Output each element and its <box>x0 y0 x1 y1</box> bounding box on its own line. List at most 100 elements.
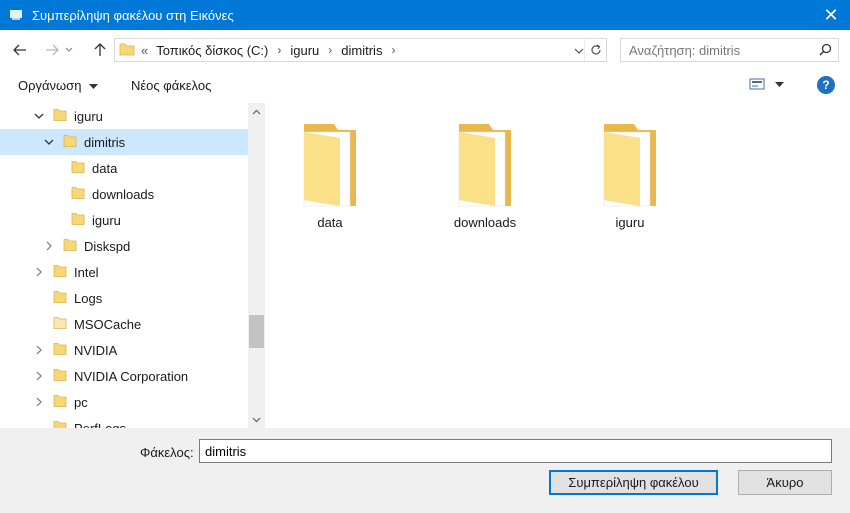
tree-item-label: downloads <box>92 187 155 202</box>
refresh-icon <box>590 44 601 55</box>
cancel-button[interactable]: Άκυρο <box>738 470 832 495</box>
navigation-pane-scrollbar[interactable] <box>248 103 265 428</box>
search-icon[interactable] <box>819 43 832 59</box>
folder-item[interactable]: iguru <box>570 118 690 230</box>
chevron-down-icon <box>65 47 73 52</box>
new-folder-button[interactable]: Νέος φάκελος <box>131 78 211 93</box>
dialog-footer: Φάκελος: Συμπερίληψη φακέλου Άκυρο <box>0 428 850 513</box>
chevron-right-icon[interactable] <box>33 396 45 408</box>
tree-item[interactable]: downloads <box>0 181 248 207</box>
navigation-pane[interactable]: iguru dimitris data downloads iguru Diskspd In… <box>0 103 248 428</box>
folder-icon <box>71 186 85 203</box>
tree-item-label: Intel <box>74 265 99 280</box>
folder-field-label: Φάκελος: <box>140 445 194 460</box>
scrollbar-thumb[interactable] <box>249 315 264 348</box>
view-options-button[interactable] <box>749 78 765 93</box>
breadcrumb-separator-icon[interactable]: › <box>328 43 332 57</box>
folder-icon <box>53 108 67 125</box>
folder-icon <box>71 212 85 229</box>
search-input[interactable]: Αναζήτηση: dimitris <box>629 43 740 58</box>
tree-item[interactable]: Intel <box>0 259 248 285</box>
chevron-right-icon[interactable] <box>33 344 45 356</box>
tree-item[interactable]: NVIDIA <box>0 337 248 363</box>
tree-item[interactable]: PerfLogs <box>0 415 248 428</box>
scroll-down-button[interactable] <box>248 411 265 428</box>
folder-item[interactable]: downloads <box>425 118 545 230</box>
arrow-right-icon <box>46 44 59 56</box>
tree-item-label: NVIDIA <box>74 343 118 358</box>
tree-item[interactable]: NVIDIA Corporation <box>0 363 248 389</box>
address-overflow[interactable]: « <box>141 43 148 58</box>
dialog-icon <box>9 9 23 21</box>
forward-button[interactable] <box>40 38 64 62</box>
tree-item-label: iguru <box>74 109 103 124</box>
folder-icon <box>119 42 135 59</box>
back-button[interactable] <box>8 38 32 62</box>
organize-button[interactable]: Οργάνωση <box>18 78 99 93</box>
tree-item[interactable]: iguru <box>0 207 248 233</box>
recent-locations-dropdown[interactable] <box>62 38 76 62</box>
large-folder-icon <box>294 124 366 211</box>
tree-item[interactable]: Diskspd <box>0 233 248 259</box>
title-bar: Συμπερίληψη φακέλου στη Εικόνες ✕ <box>0 0 850 30</box>
chevron-right-icon[interactable] <box>33 370 45 382</box>
folder-icon <box>53 368 67 385</box>
view-dropdown-button[interactable] <box>775 78 784 91</box>
tree-item-label: Logs <box>74 291 103 306</box>
up-button[interactable] <box>88 38 112 62</box>
folder-contents-view[interactable]: data downloads iguru <box>265 103 850 428</box>
folder-item-label: data <box>317 215 343 230</box>
refresh-button[interactable] <box>584 39 606 61</box>
address-dropdown-button[interactable] <box>574 43 584 58</box>
breadcrumb-iguru[interactable]: iguru <box>290 43 319 58</box>
address-bar[interactable]: « Τοπικός δίσκος (C:) › iguru › dimitris… <box>114 38 607 62</box>
tree-item[interactable]: pc <box>0 389 248 415</box>
large-folder-icon <box>594 124 666 211</box>
command-toolbar: Οργάνωση Νέος φάκελος ? <box>0 70 850 102</box>
breadcrumb-separator-icon[interactable]: › <box>277 43 281 57</box>
scroll-up-button[interactable] <box>248 103 265 120</box>
close-button[interactable]: ✕ <box>812 0 850 30</box>
tree-item-label: data <box>92 161 118 176</box>
folder-icon <box>53 394 67 411</box>
tree-item-label: Diskspd <box>84 239 131 254</box>
chevron-right-icon[interactable] <box>33 266 45 278</box>
tree-item[interactable]: data <box>0 155 248 181</box>
breadcrumb-separator-icon[interactable]: › <box>391 43 395 57</box>
folder-item-label: iguru <box>615 215 645 230</box>
tree-item[interactable]: Logs <box>0 285 248 311</box>
breadcrumb-dimitris[interactable]: dimitris <box>341 43 382 58</box>
breadcrumb-local-disk[interactable]: Τοπικός δίσκος (C:) <box>156 43 268 58</box>
chevron-down-icon[interactable] <box>33 110 45 122</box>
large-folder-icon <box>449 124 521 211</box>
arrow-up-icon <box>94 43 106 56</box>
tree-item-label: pc <box>74 395 88 410</box>
chevron-down-icon <box>574 48 584 54</box>
help-button[interactable]: ? <box>817 76 835 94</box>
folder-icon <box>63 238 77 255</box>
chevron-down-icon <box>252 417 261 422</box>
chevron-down-icon[interactable] <box>43 136 55 148</box>
help-icon: ? <box>822 78 830 92</box>
search-box[interactable]: Αναζήτηση: dimitris <box>620 38 839 62</box>
close-icon: ✕ <box>823 4 839 25</box>
folder-item[interactable]: data <box>270 118 390 230</box>
tree-item-label: dimitris <box>84 135 126 150</box>
tree-item-label: MSOCache <box>74 317 142 332</box>
folder-item-label: downloads <box>453 215 517 230</box>
view-icon <box>749 78 765 90</box>
tree-item[interactable]: MSOCache <box>0 311 248 337</box>
include-folder-button[interactable]: Συμπερίληψη φακέλου <box>549 470 718 495</box>
folder-icon <box>53 316 67 333</box>
folder-icon <box>63 134 77 151</box>
folder-name-input[interactable] <box>199 439 832 463</box>
caret-down-icon <box>775 82 784 87</box>
tree-item[interactable]: iguru <box>0 103 248 129</box>
folder-icon <box>53 420 67 428</box>
tree-item[interactable]: dimitris <box>0 129 248 155</box>
tree-item-label: NVIDIA Corporation <box>74 369 189 384</box>
chevron-right-icon[interactable] <box>43 240 55 252</box>
arrow-left-icon <box>13 44 26 56</box>
tree-item-label: PerfLogs <box>74 421 126 428</box>
folder-icon <box>53 290 67 307</box>
